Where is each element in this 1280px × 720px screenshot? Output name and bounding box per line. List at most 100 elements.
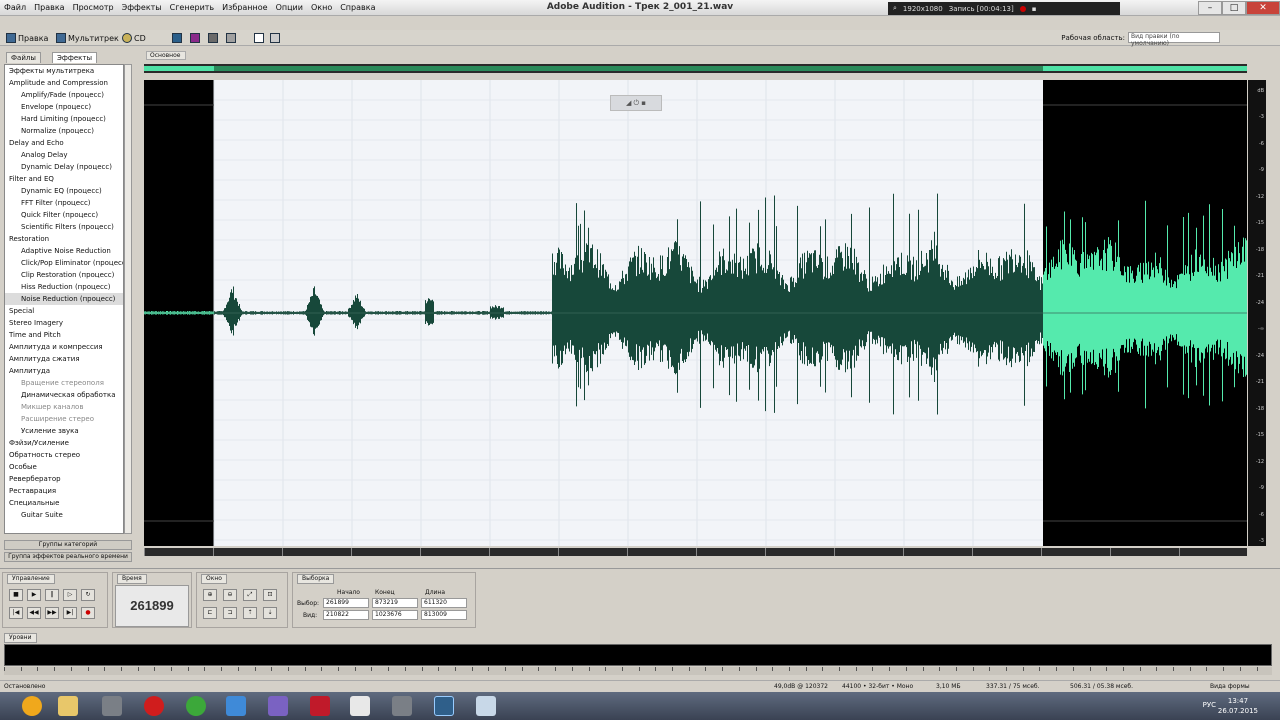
- record-button[interactable]: ●: [81, 607, 95, 619]
- view-length-field[interactable]: 813009: [421, 610, 467, 620]
- phase-button[interactable]: [226, 32, 236, 44]
- effect-item[interactable]: Ревербератор: [5, 473, 123, 485]
- effect-item[interactable]: Расширение стерео: [5, 413, 123, 425]
- app-icon-1[interactable]: [102, 696, 122, 716]
- effect-item[interactable]: Amplify/Fade (процесс): [5, 89, 123, 101]
- zoom-out-vertical-button[interactable]: ⇣: [263, 607, 277, 619]
- waveform-display[interactable]: ◢ ⏻ ▪: [144, 80, 1247, 546]
- category-groups-button[interactable]: Группы категорий: [4, 540, 132, 550]
- effect-item[interactable]: Analog Delay: [5, 149, 123, 161]
- effect-item[interactable]: Фэйзи/Усиление: [5, 437, 123, 449]
- play-from-cursor-button[interactable]: ▷: [63, 589, 77, 601]
- app-icon-6[interactable]: [476, 696, 496, 716]
- go-start-button[interactable]: |◀: [9, 607, 23, 619]
- tab-files[interactable]: Файлы: [6, 52, 41, 63]
- effect-item[interactable]: Эффекты мультитрека: [5, 65, 123, 77]
- tab-main[interactable]: Основное: [146, 51, 186, 60]
- effect-item[interactable]: Scientific Filters (процесс): [5, 221, 123, 233]
- app-icon-2[interactable]: [226, 696, 246, 716]
- maximize-button[interactable]: □: [1222, 1, 1246, 15]
- effect-item[interactable]: Динамическая обработка: [5, 389, 123, 401]
- zoom-selection-button[interactable]: ⊡: [263, 589, 277, 601]
- effect-item[interactable]: Delay and Echo: [5, 137, 123, 149]
- search-icon[interactable]: ⌕: [893, 4, 897, 13]
- effect-item[interactable]: Dynamic EQ (процесс): [5, 185, 123, 197]
- app-icon-5[interactable]: [392, 696, 412, 716]
- view-end-field[interactable]: 1023676: [372, 610, 418, 620]
- zoom-left-button[interactable]: ⊏: [203, 607, 217, 619]
- close-button[interactable]: ✕: [1246, 1, 1280, 15]
- zoom-in-horizontal-button[interactable]: ⊕: [203, 589, 217, 601]
- hybrid-tool[interactable]: [270, 32, 280, 44]
- effect-item[interactable]: Амплитуда: [5, 365, 123, 377]
- loop-button[interactable]: ↻: [81, 589, 95, 601]
- effect-item[interactable]: Dynamic Delay (процесс): [5, 161, 123, 173]
- stop-icon[interactable]: ▪: [1032, 5, 1037, 13]
- selection-end-field[interactable]: 873219: [372, 598, 418, 608]
- effect-item[interactable]: Амплитуда и компрессия: [5, 341, 123, 353]
- selection-length-field[interactable]: 611320: [421, 598, 467, 608]
- zoom-out-horizontal-button[interactable]: ⊖: [223, 589, 237, 601]
- effect-item[interactable]: Микшер каналов: [5, 401, 123, 413]
- play-button[interactable]: ▶: [27, 589, 41, 601]
- effect-item[interactable]: Особые: [5, 461, 123, 473]
- torrent-icon[interactable]: [186, 696, 206, 716]
- edit-view-button[interactable]: Правка: [6, 32, 48, 44]
- effect-item[interactable]: Hard Limiting (процесс): [5, 113, 123, 125]
- effect-item[interactable]: FFT Filter (процесс): [5, 197, 123, 209]
- spectral-view-button[interactable]: [190, 32, 200, 44]
- effect-item[interactable]: Restoration: [5, 233, 123, 245]
- effect-item[interactable]: Реставрация: [5, 485, 123, 497]
- record-icon[interactable]: [1019, 5, 1026, 12]
- pause-button[interactable]: ‖: [45, 589, 59, 601]
- multitrack-button[interactable]: Мультитрек: [56, 32, 119, 44]
- tab-effects[interactable]: Эффекты: [52, 52, 97, 63]
- minimize-button[interactable]: –: [1198, 1, 1222, 15]
- effect-item[interactable]: Amplitude and Compression: [5, 77, 123, 89]
- waveform-view-button[interactable]: [172, 32, 182, 44]
- effect-item[interactable]: Filter and EQ: [5, 173, 123, 185]
- app-icon-4[interactable]: [310, 696, 330, 716]
- effect-item[interactable]: Guitar Suite: [5, 509, 123, 521]
- effect-item[interactable]: Clip Restoration (процесс): [5, 269, 123, 281]
- clock[interactable]: 13:47 26.07.2015: [1218, 696, 1258, 716]
- time-select-tool[interactable]: [254, 32, 264, 44]
- effect-item[interactable]: Stereo Imagery: [5, 317, 123, 329]
- stop-button[interactable]: ■: [9, 589, 23, 601]
- effect-item[interactable]: Click/Pop Eliminator (процесс): [5, 257, 123, 269]
- effect-item[interactable]: Quick Filter (процесс): [5, 209, 123, 221]
- start-icon[interactable]: [22, 696, 42, 716]
- selection-start-field[interactable]: 261899: [323, 598, 369, 608]
- zoom-full-button[interactable]: ⤢: [243, 589, 257, 601]
- cd-button[interactable]: CD: [122, 32, 146, 44]
- explorer-icon[interactable]: [58, 696, 78, 716]
- effect-item[interactable]: Специальные: [5, 497, 123, 509]
- effect-item[interactable]: Adaptive Noise Reduction: [5, 245, 123, 257]
- hover-volume-control[interactable]: ◢ ⏻ ▪: [610, 95, 662, 111]
- workspace-dropdown[interactable]: Вид правки (по умолчанию): [1128, 32, 1220, 47]
- realtime-effects-button[interactable]: Группа эффектов реального времени: [4, 552, 132, 562]
- rewind-button[interactable]: ◀◀: [27, 607, 41, 619]
- app-icon-3[interactable]: [268, 696, 288, 716]
- effect-item[interactable]: Special: [5, 305, 123, 317]
- recorder-app-icon[interactable]: [144, 696, 164, 716]
- effect-item[interactable]: Noise Reduction (процесс): [5, 293, 123, 305]
- spectral-pan-button[interactable]: [208, 32, 218, 44]
- yandex-icon[interactable]: [350, 696, 370, 716]
- effects-scrollbar[interactable]: [124, 64, 132, 534]
- effect-item[interactable]: Normalize (процесс): [5, 125, 123, 137]
- effect-item[interactable]: Hiss Reduction (процесс): [5, 281, 123, 293]
- language-indicator[interactable]: РУС: [1203, 701, 1216, 709]
- overview-bar[interactable]: [144, 64, 1247, 73]
- effect-item[interactable]: Time and Pitch: [5, 329, 123, 341]
- view-start-field[interactable]: 210822: [323, 610, 369, 620]
- effect-item[interactable]: Обратность стерео: [5, 449, 123, 461]
- zoom-in-vertical-button[interactable]: ⇡: [243, 607, 257, 619]
- go-end-button[interactable]: ▶|: [63, 607, 77, 619]
- audition-icon[interactable]: [434, 696, 454, 716]
- zoom-right-button[interactable]: ⊐: [223, 607, 237, 619]
- effect-item[interactable]: Envelope (процесс): [5, 101, 123, 113]
- forward-button[interactable]: ▶▶: [45, 607, 59, 619]
- effect-item[interactable]: Вращение стереополя: [5, 377, 123, 389]
- effect-item[interactable]: Амплитуда сжатия: [5, 353, 123, 365]
